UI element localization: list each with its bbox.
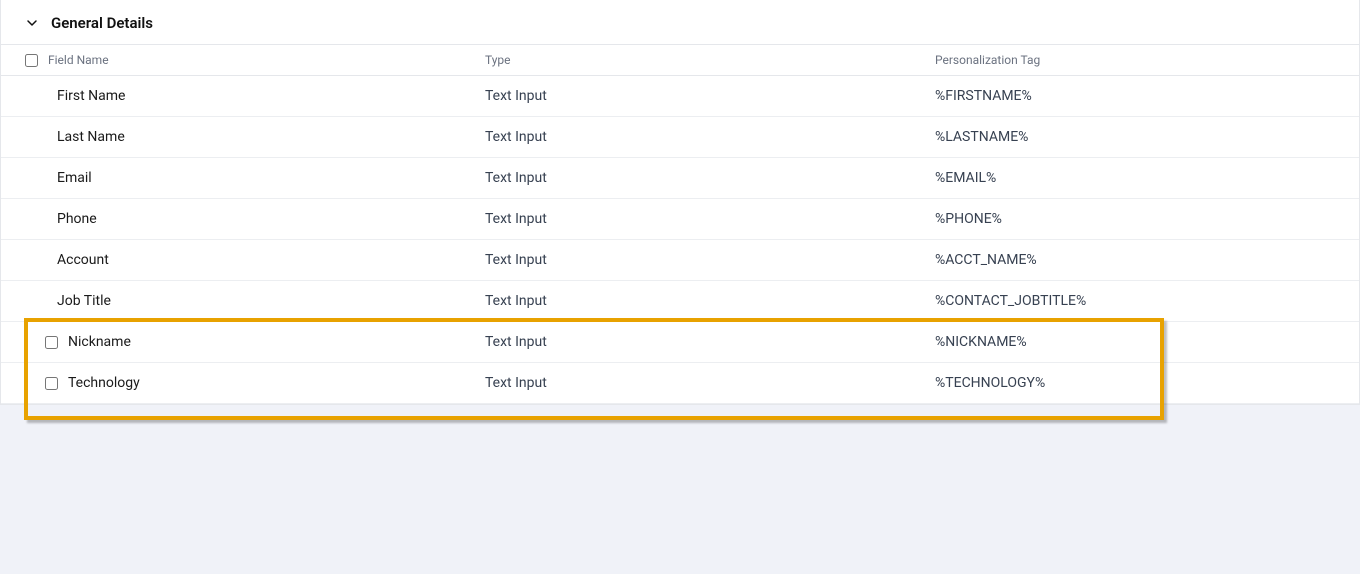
personalization-tag-cell: %CONTACT_JOBTITLE% (935, 293, 1335, 309)
field-name-cell: First Name (57, 88, 125, 104)
table-row[interactable]: Phone Text Input%PHONE% (1, 199, 1359, 240)
table-body: First NameText Input%FIRSTNAME%Last Name… (1, 76, 1359, 404)
table-row[interactable]: First Name Text Input%FIRSTNAME% (1, 76, 1359, 117)
type-cell: Text Input (485, 170, 935, 186)
type-cell: Text Input (485, 211, 935, 227)
field-name-cell: Phone (57, 211, 97, 227)
type-cell: Text Input (485, 129, 935, 145)
type-cell: Text Input (485, 293, 935, 309)
table-row[interactable]: Nickname Text Input%NICKNAME% (1, 322, 1359, 363)
table-row[interactable]: Email Text Input%EMAIL% (1, 158, 1359, 199)
field-name-cell: Nickname (68, 334, 131, 350)
personalization-tag-cell: %FIRSTNAME% (935, 88, 1335, 104)
personalization-tag-cell: %TECHNOLOGY% (935, 375, 1335, 391)
table-row[interactable]: Last Name Text Input%LASTNAME% (1, 117, 1359, 158)
row-checkbox[interactable] (45, 377, 58, 390)
personalization-tag-cell: %EMAIL% (935, 170, 1335, 186)
field-name-cell: Job Title (57, 293, 111, 309)
header-personalization-tag: Personalization Tag (935, 53, 1335, 67)
field-name-cell: Last Name (57, 129, 125, 145)
table-row[interactable]: Technology Text Input%TECHNOLOGY% (1, 363, 1359, 404)
personalization-tag-cell: %PHONE% (935, 211, 1335, 227)
personalization-tag-cell: %NICKNAME% (935, 334, 1335, 350)
table-row[interactable]: Account Text Input%ACCT_NAME% (1, 240, 1359, 281)
table-header: Field Name Type Personalization Tag (1, 44, 1359, 76)
select-all-checkbox[interactable] (25, 54, 38, 67)
table-row[interactable]: Job Title Text Input%CONTACT_JOBTITLE% (1, 281, 1359, 322)
general-details-panel: General Details Field Name Type Personal… (0, 0, 1360, 405)
personalization-tag-cell: %LASTNAME% (935, 129, 1335, 145)
header-field-name: Field Name (48, 53, 109, 67)
field-name-cell: Email (57, 170, 92, 186)
personalization-tag-cell: %ACCT_NAME% (935, 252, 1335, 268)
type-cell: Text Input (485, 88, 935, 104)
chevron-down-icon (25, 16, 39, 30)
section-title: General Details (51, 14, 153, 32)
header-type: Type (485, 53, 935, 67)
section-header[interactable]: General Details (1, 0, 1359, 44)
type-cell: Text Input (485, 334, 935, 350)
field-name-cell: Technology (68, 375, 140, 391)
row-checkbox[interactable] (45, 336, 58, 349)
field-name-cell: Account (57, 252, 109, 268)
type-cell: Text Input (485, 252, 935, 268)
type-cell: Text Input (485, 375, 935, 391)
